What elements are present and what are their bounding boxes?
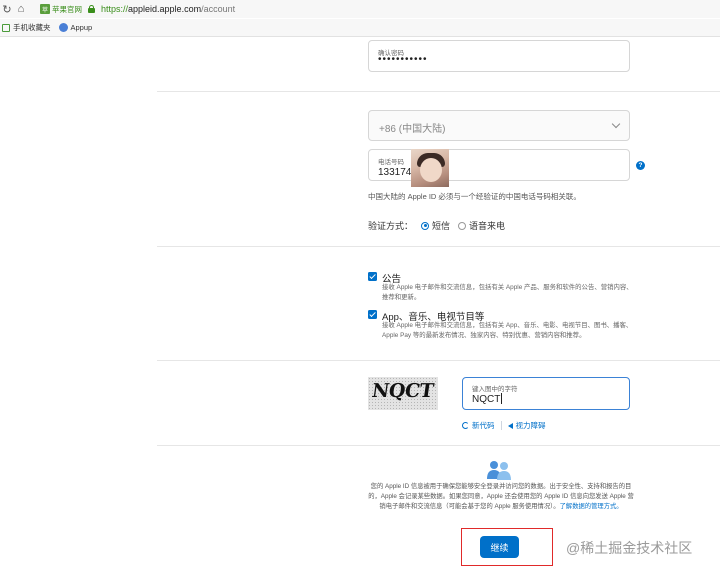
bookmarks-bar: 手机收藏夹 Appup [0, 19, 720, 37]
country-code-select[interactable]: +86 (中国大陆) [368, 110, 630, 141]
site-badge[interactable]: 苹 苹果官网 [40, 3, 82, 15]
radio-sms[interactable] [421, 221, 430, 230]
captcha-input[interactable]: 键入图中的字符 NQCT [462, 377, 630, 410]
home-icon[interactable]: ⌂ [14, 2, 28, 16]
section-divider [157, 445, 720, 446]
phone-number-field[interactable]: 电话号码 133174 [368, 149, 630, 181]
captcha-image-text: NQCT [370, 380, 435, 402]
site-badge-label: 苹果官网 [52, 4, 82, 14]
apps-music-tv-description: 接收 Apple 电子邮件和交流信息，包括有关 App、音乐、电影、电视节目、图… [382, 322, 633, 339]
url-field[interactable]: https://appleid.apple.com/account [101, 4, 235, 14]
chevron-down-icon [611, 119, 621, 129]
section-divider [157, 360, 720, 361]
captcha-input-value: NQCT [472, 393, 503, 405]
site-logo-icon: 苹 [40, 4, 50, 14]
phone-number-label: 电话号码 [378, 159, 404, 166]
captcha-image: NQCT [368, 377, 438, 410]
refresh-icon[interactable] [462, 422, 469, 429]
phone-note: 中国大陆的 Apple ID 必须与一个经验证的中国电话号码相关联。 [368, 192, 581, 201]
radio-voice-call-label[interactable]: 语音来电 [469, 219, 505, 232]
bookmark-appup[interactable]: Appup [58, 23, 93, 32]
confirm-password-value: ••••••••••• [378, 54, 428, 65]
people-icon [487, 461, 511, 480]
url-host: appleid.apple.com [128, 4, 202, 14]
globe-icon [58, 23, 68, 32]
speaker-icon[interactable] [507, 422, 513, 429]
radio-sms-label[interactable]: 短信 [432, 219, 450, 232]
announcements-checkbox[interactable] [368, 272, 377, 281]
radio-voice-call[interactable] [458, 221, 467, 230]
verification-method: 验证方式： 短信 语音来电 [368, 219, 505, 232]
folder-icon [2, 23, 10, 32]
section-divider [157, 91, 720, 92]
section-divider [157, 246, 720, 247]
new-code-link[interactable]: 新代码 [472, 420, 495, 431]
continue-button[interactable]: 继续 [480, 536, 519, 558]
help-icon[interactable]: ? [636, 161, 645, 170]
apps-music-tv-checkbox[interactable] [368, 310, 377, 319]
captcha-links: 新代码 视力障碍 [462, 420, 546, 431]
phone-number-value: 133174 [378, 167, 412, 178]
captcha-input-label: 键入图中的字符 [472, 386, 518, 393]
privacy-notice: 您的 Apple ID 信息被用于确保您能够安全登录并访问您的数据。出于安全性、… [368, 482, 634, 512]
watermark: @稀土掘金技术社区 [566, 540, 693, 556]
address-bar: ↻ ⌂ 苹 苹果官网 https://appleid.apple.com/acc… [0, 0, 720, 18]
url-path: /account [201, 4, 236, 14]
announcements-description: 接收 Apple 电子邮件和交流信息，包括有关 Apple 产品、服务和软件的公… [382, 284, 633, 301]
bookmark-label: Appup [70, 23, 93, 32]
confirm-password-field[interactable]: 确认密码 ••••••••••• [368, 40, 630, 72]
overlay-photo [411, 149, 449, 187]
bookmark-mobile-favorites[interactable]: 手机收藏夹 [2, 22, 51, 33]
reload-icon[interactable]: ↻ [0, 2, 14, 16]
bookmark-label: 手机收藏夹 [13, 23, 51, 32]
url-scheme: https:// [101, 4, 129, 14]
country-code-value: +86 (中国大陆) [379, 124, 446, 135]
privacy-link[interactable]: 了解数据的管理方式。 [560, 503, 623, 510]
vision-impaired-link[interactable]: 视力障碍 [516, 420, 546, 431]
lock-icon[interactable] [88, 5, 95, 13]
verification-label: 验证方式： [368, 221, 414, 231]
